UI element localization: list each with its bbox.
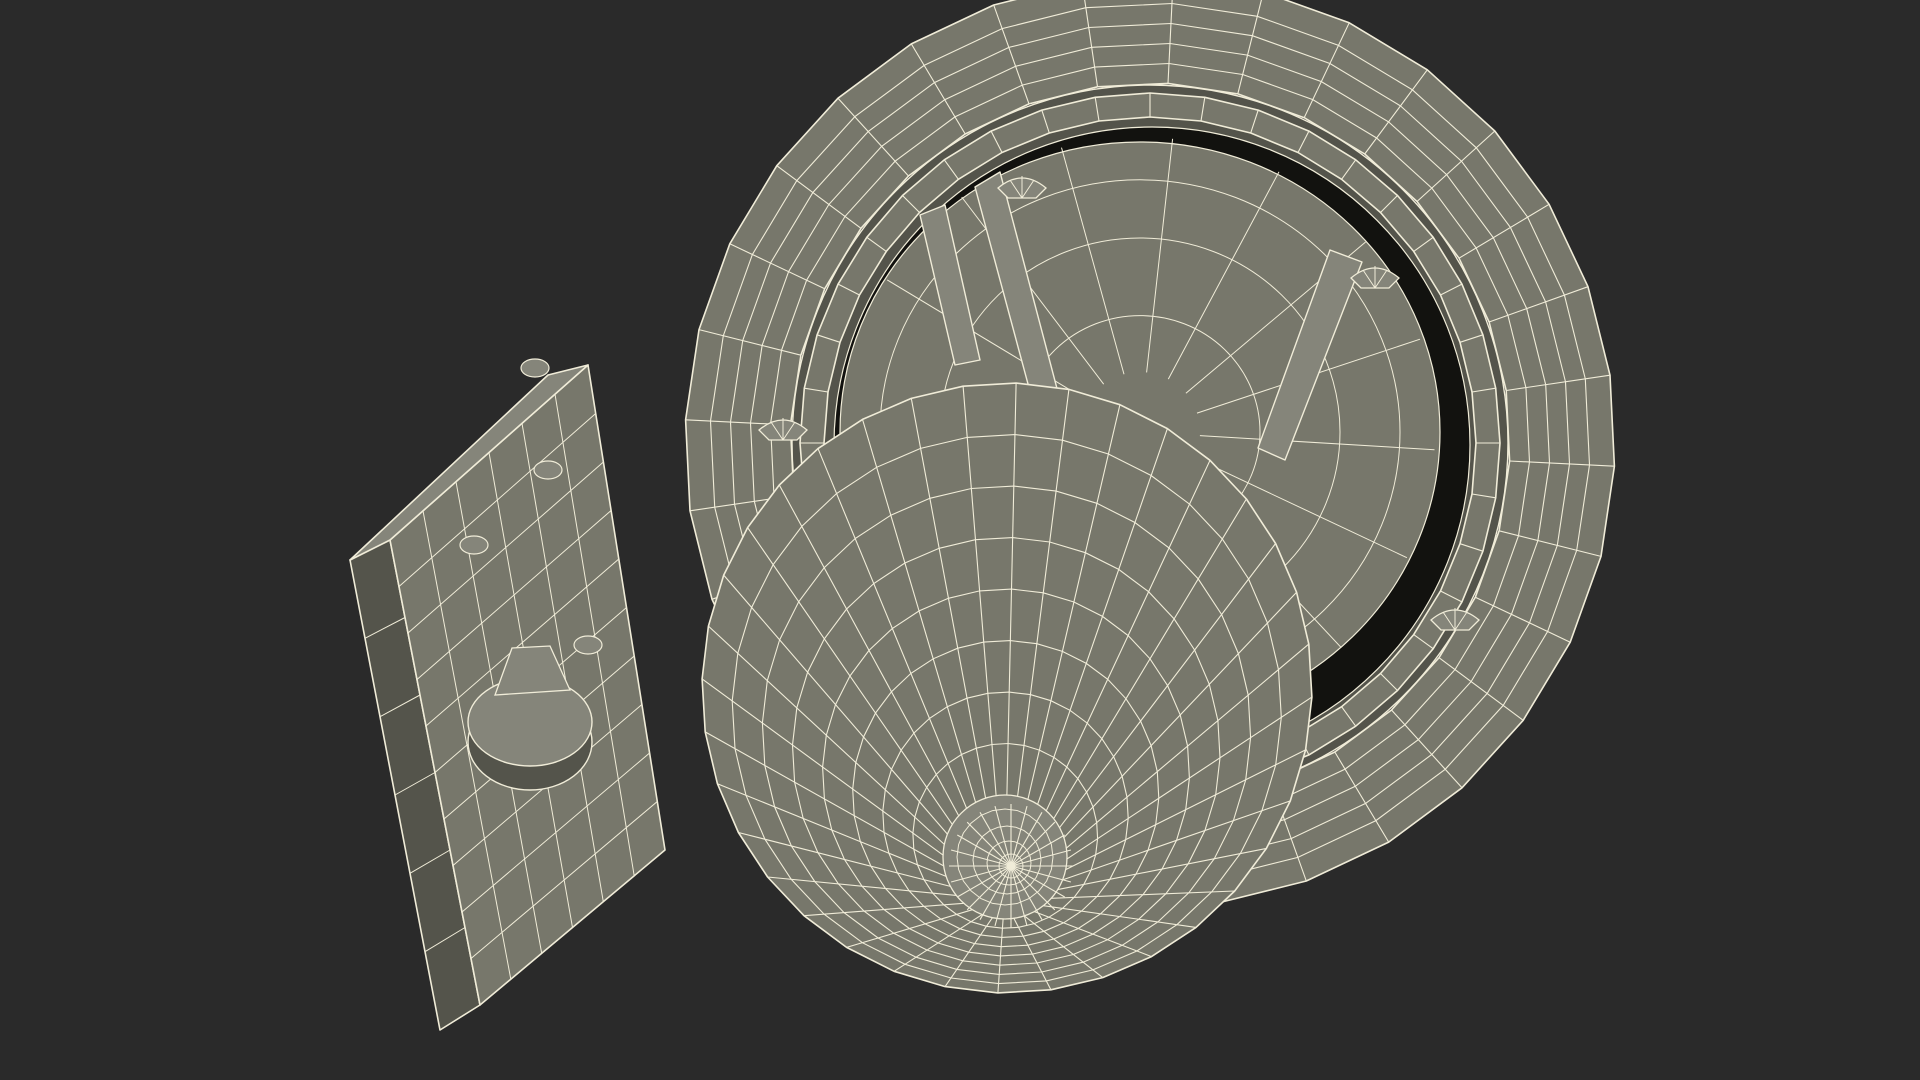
mount-bolt-right [573, 635, 603, 655]
mount-bolt-top [520, 358, 550, 378]
cone-tip-cap [942, 794, 1068, 920]
mount-bolt-lower [459, 535, 489, 555]
viewport-3d-wireframe-render [0, 0, 1920, 1080]
cone-tip-spokes [949, 804, 1073, 928]
mount-bolt-middle [533, 460, 563, 480]
